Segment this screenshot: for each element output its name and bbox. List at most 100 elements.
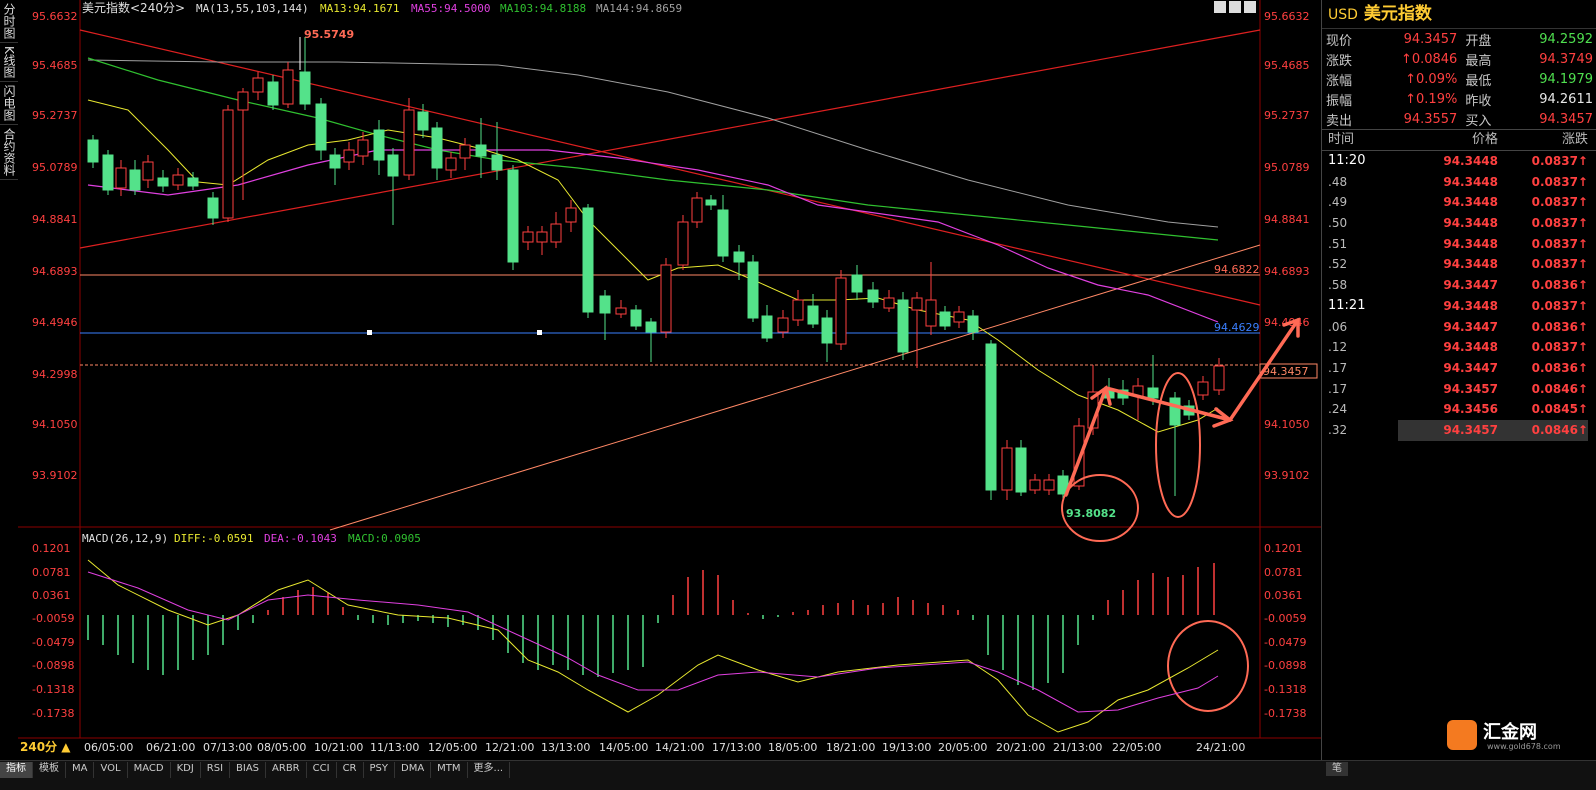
time-tick: 24/21:00 — [1196, 741, 1245, 754]
candle-body — [761, 315, 773, 339]
period-selector[interactable]: 240分 ▲ — [20, 738, 70, 755]
period-label: <240分> — [130, 1, 185, 15]
candle-body — [1029, 479, 1041, 491]
tab-flash[interactable]: 闪电图 — [0, 82, 18, 125]
maximize-icon[interactable] — [1244, 1, 1256, 13]
macd-tick-left: -0.1318 — [32, 683, 74, 696]
tick-row[interactable]: .32 94.3457 0.0846↑ — [1322, 419, 1596, 441]
candle-body — [237, 91, 249, 111]
candle-body — [717, 209, 729, 257]
indicator-toolbar: 指标 模板 MA VOL MACD KDJ RSI BIAS ARBR CCI CR PSY DMA MT… — [0, 760, 1596, 790]
candle-body — [475, 144, 487, 157]
tick-row[interactable]: .49 94.3448 0.0837↑ — [1322, 192, 1596, 213]
tick-row[interactable]: .52 94.3448 0.0837↑ — [1322, 254, 1596, 275]
indicator-tab[interactable]: MA — [66, 762, 95, 778]
ma103-value: MA103:94.8188 — [500, 2, 586, 15]
candle-body — [522, 231, 534, 243]
candle-body — [807, 305, 819, 325]
line-handle[interactable] — [537, 330, 542, 335]
tick-price: 94.3447 — [1443, 360, 1498, 375]
candle-body — [315, 103, 327, 151]
tick-price: 94.3448 — [1443, 195, 1498, 210]
indicator-tab[interactable]: MACD — [128, 762, 171, 778]
candle-body — [87, 139, 99, 163]
macd-tick-left: -0.0479 — [32, 636, 74, 649]
candle-body — [599, 295, 611, 314]
tick-row[interactable]: 11:20 94.3448 0.0837↑ — [1322, 151, 1596, 172]
tick-price: 94.3457 — [1398, 419, 1498, 441]
tick-list[interactable]: 11:20 94.3448 0.0837↑ .48 94.3448 0.0837↑ .49 9… — [1322, 151, 1596, 441]
macd-diff-value: DIFF:-0.0591 — [174, 532, 253, 545]
candle-body — [851, 274, 863, 293]
quote-row: 卖出 94.3557 买入 94.3457 — [1322, 109, 1596, 129]
tick-change: 0.0837↑ — [1531, 298, 1588, 313]
candle-body — [939, 311, 951, 327]
macd-tick-right: -0.0059 — [1264, 612, 1306, 625]
tick-row[interactable]: .48 94.3448 0.0837↑ — [1322, 172, 1596, 193]
candle-body — [565, 207, 577, 223]
tick-price: 94.3448 — [1443, 216, 1498, 231]
candle-body — [329, 154, 341, 169]
tick-row[interactable]: .17 94.3457 0.0846↑ — [1322, 379, 1596, 400]
tick-row[interactable]: .17 94.3447 0.0836↑ — [1322, 358, 1596, 379]
restore-icon[interactable] — [1214, 1, 1226, 13]
left-tab-strip: 分时图 K线图 闪电图 合约资料 — [0, 0, 19, 760]
tick-row[interactable]: .24 94.3456 0.0845↑ — [1322, 399, 1596, 420]
time-tick: 18/05:00 — [768, 741, 817, 754]
macd-value: MACD:0.0905 — [348, 532, 421, 545]
tick-time: .49 — [1328, 195, 1348, 210]
quote-label: 现价 — [1326, 33, 1353, 49]
draw-tool-tab[interactable]: 笔 — [1326, 762, 1348, 776]
indicator-tab[interactable]: DMA — [395, 762, 432, 778]
quote-title: USD 美元指数 — [1322, 0, 1596, 29]
tick-row[interactable]: 11:21 94.3448 0.0837↑ — [1322, 296, 1596, 317]
indicator-tab[interactable]: KDJ — [171, 762, 201, 778]
tick-row[interactable]: .51 94.3448 0.0837↑ — [1322, 234, 1596, 255]
quote-label: 昨收 — [1465, 93, 1492, 109]
candle-body — [660, 264, 672, 333]
indicator-tab[interactable]: 模板 — [33, 762, 66, 778]
candle-body — [615, 307, 627, 315]
candle-body — [897, 299, 909, 353]
candle-body — [582, 207, 594, 313]
tick-row[interactable]: .58 94.3447 0.0836↑ — [1322, 275, 1596, 296]
time-tick: 21/13:00 — [1053, 741, 1102, 754]
indicator-tab[interactable]: RSI — [201, 762, 231, 778]
tick-row[interactable]: .06 94.3447 0.0836↑ — [1322, 317, 1596, 338]
candle-body — [507, 169, 519, 263]
indicator-tab[interactable]: 更多... — [468, 762, 511, 778]
macd-tick-left: 0.1201 — [32, 542, 71, 555]
indicator-tab[interactable]: ARBR — [266, 762, 307, 778]
indicator-tab[interactable]: BIAS — [230, 762, 267, 778]
tab-timeshare[interactable]: 分时图 — [0, 0, 18, 43]
tick-time: .17 — [1328, 360, 1348, 375]
indicator-tab[interactable]: VOL — [94, 762, 128, 778]
tick-price: 94.3447 — [1443, 319, 1498, 334]
time-tick: 17/13:00 — [712, 741, 761, 754]
kline-chart[interactable]: 美元指数 <240分> MA(13,55,103,144) MA13:94.16… — [18, 0, 1321, 760]
tab-contract-info[interactable]: 合约资料 — [0, 125, 18, 180]
candle-body — [1043, 479, 1055, 491]
tick-row[interactable]: .50 94.3448 0.0837↑ — [1322, 213, 1596, 234]
price-tick-right: 95.2737 — [1264, 109, 1310, 122]
split-icon[interactable] — [1229, 1, 1241, 13]
tick-change: 0.0846↑ — [1531, 381, 1588, 396]
ma13-value: MA13:94.1671 — [320, 2, 399, 15]
tick-change: 0.0837↑ — [1531, 195, 1588, 210]
price-tick-left: 94.1050 — [32, 418, 78, 431]
macd-dea-value: DEA:-0.1043 — [264, 532, 337, 545]
indicator-tab[interactable]: 指标 — [0, 762, 33, 778]
tick-change: 0.0837↑ — [1531, 257, 1588, 272]
quote-row: 振幅 ↑0.19% 昨收 94.2611 — [1322, 89, 1596, 109]
indicator-tab[interactable]: PSY — [364, 762, 395, 778]
quote-panel: USD 美元指数 现价 94.3457 开盘 94.2592 涨跌 ↑0.0846… — [1321, 0, 1596, 760]
indicator-tab[interactable]: MTM — [431, 762, 468, 778]
candle-body — [187, 177, 199, 187]
indicator-tab[interactable]: CCI — [307, 762, 337, 778]
tab-kline[interactable]: K线图 — [0, 43, 18, 82]
line-handle[interactable] — [367, 330, 372, 335]
macd-tick-left: -0.1738 — [32, 707, 74, 720]
indicator-tab[interactable]: CR — [337, 762, 364, 778]
tick-row[interactable]: .12 94.3448 0.0837↑ — [1322, 337, 1596, 358]
logo-url: www.gold678.com — [1487, 742, 1561, 751]
